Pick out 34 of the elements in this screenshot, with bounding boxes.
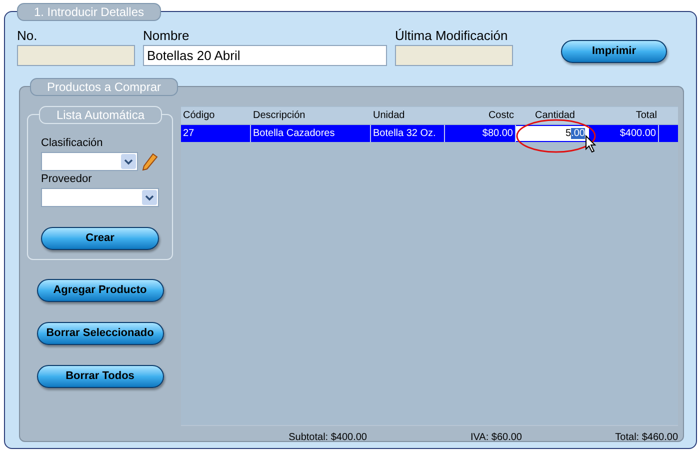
column-header[interactable]: Cantidad [516, 108, 589, 123]
section-title: Productos a Comprar [30, 78, 178, 96]
field-label: Nombre [143, 27, 190, 45]
cursor-icon [585, 135, 597, 153]
pill-button[interactable]: Agregar Producto [36, 279, 164, 302]
total-label: Subtotal: $400.00 [288, 431, 367, 445]
pill-button[interactable]: Borrar Todos [36, 365, 164, 388]
field-label: Proveedor [41, 172, 93, 187]
column-header[interactable]: Descripción [251, 108, 371, 123]
dropdown-field[interactable] [41, 152, 138, 171]
group-title: Lista Automática [39, 106, 162, 124]
column-header[interactable]: Total [589, 108, 659, 123]
chevron-down-icon [142, 190, 157, 205]
table-row[interactable]: 27 Botella Cazadores Botella 32 Oz. $80.00 5.00 $400.00 [181, 125, 678, 142]
table-cell: 27 [181, 125, 251, 142]
column-header[interactable]: Costc [445, 108, 516, 123]
total-label: IVA: $60.00 [469, 431, 522, 445]
text-field[interactable]: Botellas 20 Abril [143, 45, 387, 66]
quantity-input[interactable]: 5.00 [516, 126, 589, 141]
table-cell: Botella 32 Oz. [371, 125, 445, 142]
chevron-down-icon [121, 154, 136, 169]
section-title: 1. Introducir Detalles [17, 3, 161, 21]
table-cell: Botella Cazadores [251, 125, 371, 142]
field-label: No. [17, 27, 38, 45]
field-label: Última Modificación [395, 27, 509, 45]
column-header[interactable]: Código [181, 108, 251, 123]
pencil-icon[interactable] [142, 152, 158, 170]
pill-button[interactable]: Borrar Seleccionado [36, 322, 164, 345]
field-label: Clasificación [41, 136, 104, 151]
pill-button[interactable]: Crear [41, 227, 159, 250]
pill-button[interactable]: Imprimir [561, 40, 667, 63]
total-label: Total: $460.00 [614, 431, 678, 445]
dropdown-field[interactable] [41, 188, 159, 207]
column-header[interactable]: Unidad [371, 108, 445, 123]
